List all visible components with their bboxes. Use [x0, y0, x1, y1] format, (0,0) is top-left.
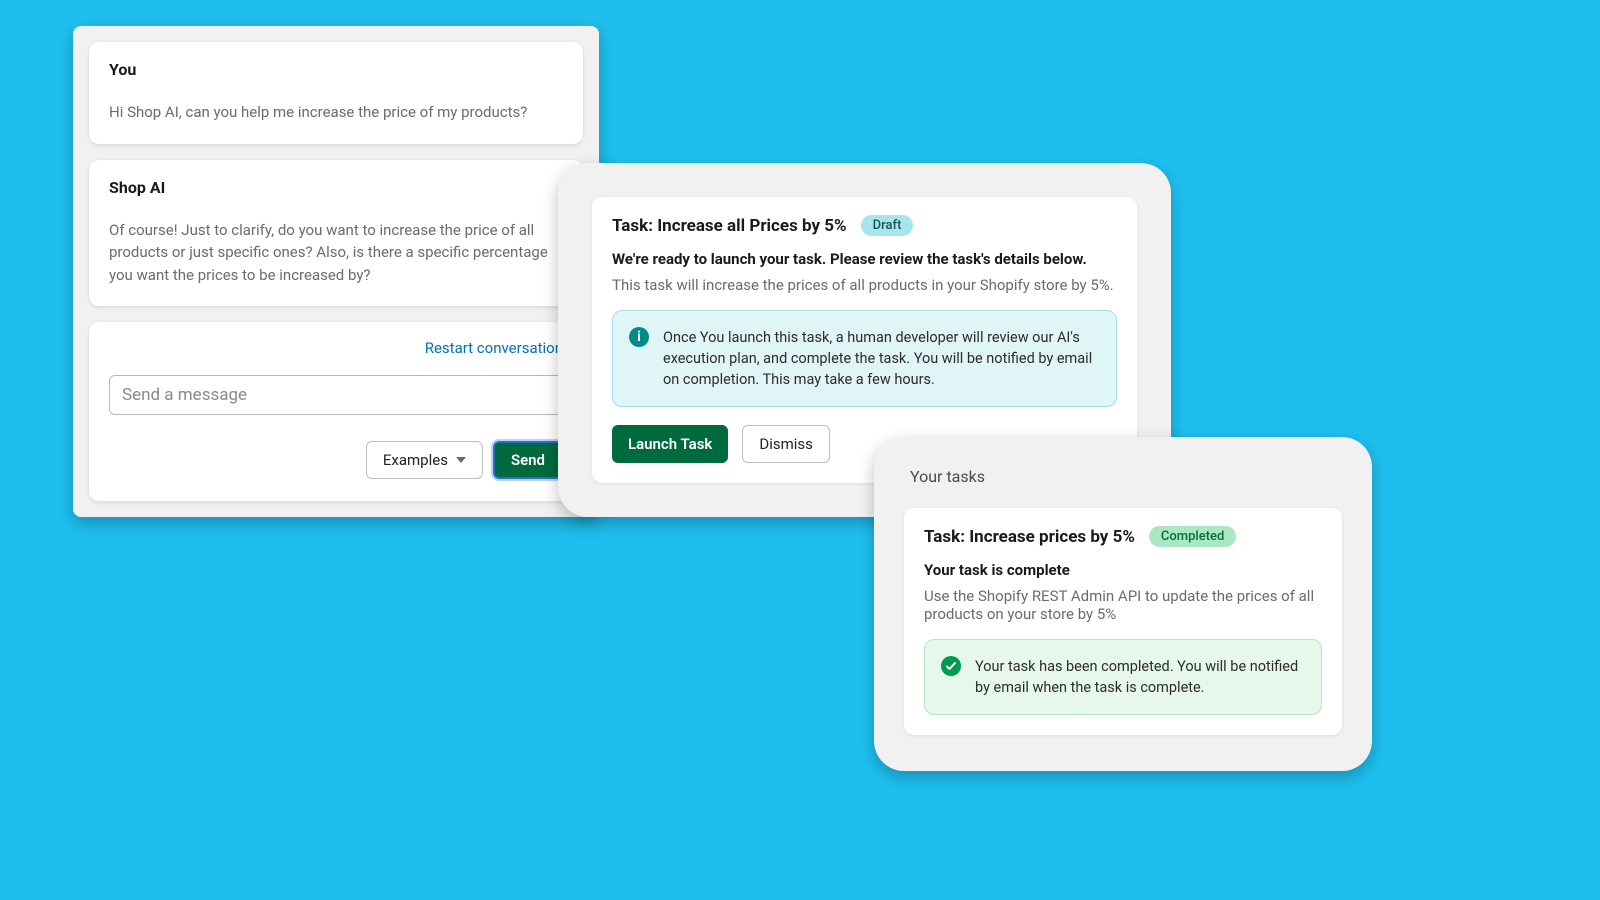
task-description: This task will increase the prices of al… [612, 276, 1117, 294]
dismiss-button[interactable]: Dismiss [742, 425, 830, 463]
your-tasks-panel: Your tasks Task: Increase prices by 5% C… [874, 437, 1372, 771]
restart-conversation-link[interactable]: Restart conversation [425, 339, 563, 357]
success-banner: Your task has been completed. You will b… [924, 639, 1322, 715]
task-complete-headline: Your task is complete [924, 561, 1322, 579]
launch-task-button[interactable]: Launch Task [612, 425, 728, 463]
chat-panel: You Hi Shop AI, can you help me increase… [73, 26, 599, 517]
examples-label: Examples [383, 451, 448, 469]
status-badge-completed: Completed [1149, 526, 1236, 547]
task-ready-headline: We're ready to launch your task. Please … [612, 250, 1117, 268]
completed-task-description: Use the Shopify REST Admin API to update… [924, 587, 1322, 623]
chat-input-card: Restart conversation Examples Send [89, 322, 583, 501]
completed-task-title: Task: Increase prices by 5% [924, 527, 1135, 547]
examples-dropdown[interactable]: Examples [366, 441, 483, 479]
check-circle-icon [941, 656, 961, 676]
success-banner-text: Your task has been completed. You will b… [975, 656, 1305, 698]
ai-message-card: Shop AI Of course! Just to clarify, do y… [89, 160, 583, 307]
ai-message-text: Of course! Just to clarify, do you want … [109, 219, 563, 287]
user-message-text: Hi Shop AI, can you help me increase the… [109, 101, 563, 124]
status-badge-draft: Draft [861, 215, 914, 236]
send-button[interactable]: Send [493, 441, 563, 479]
user-label: You [109, 60, 563, 79]
completed-task-card: Task: Increase prices by 5% Completed Yo… [904, 508, 1342, 735]
info-banner: i Once You launch this task, a human dev… [612, 310, 1117, 407]
ai-label: Shop AI [109, 178, 563, 197]
user-message-card: You Hi Shop AI, can you help me increase… [89, 42, 583, 144]
info-icon: i [629, 327, 649, 347]
your-tasks-header: Your tasks [910, 467, 1342, 486]
chevron-down-icon [456, 457, 466, 463]
message-input[interactable] [109, 375, 563, 415]
info-banner-text: Once You launch this task, a human devel… [663, 327, 1100, 390]
task-title: Task: Increase all Prices by 5% [612, 216, 847, 236]
